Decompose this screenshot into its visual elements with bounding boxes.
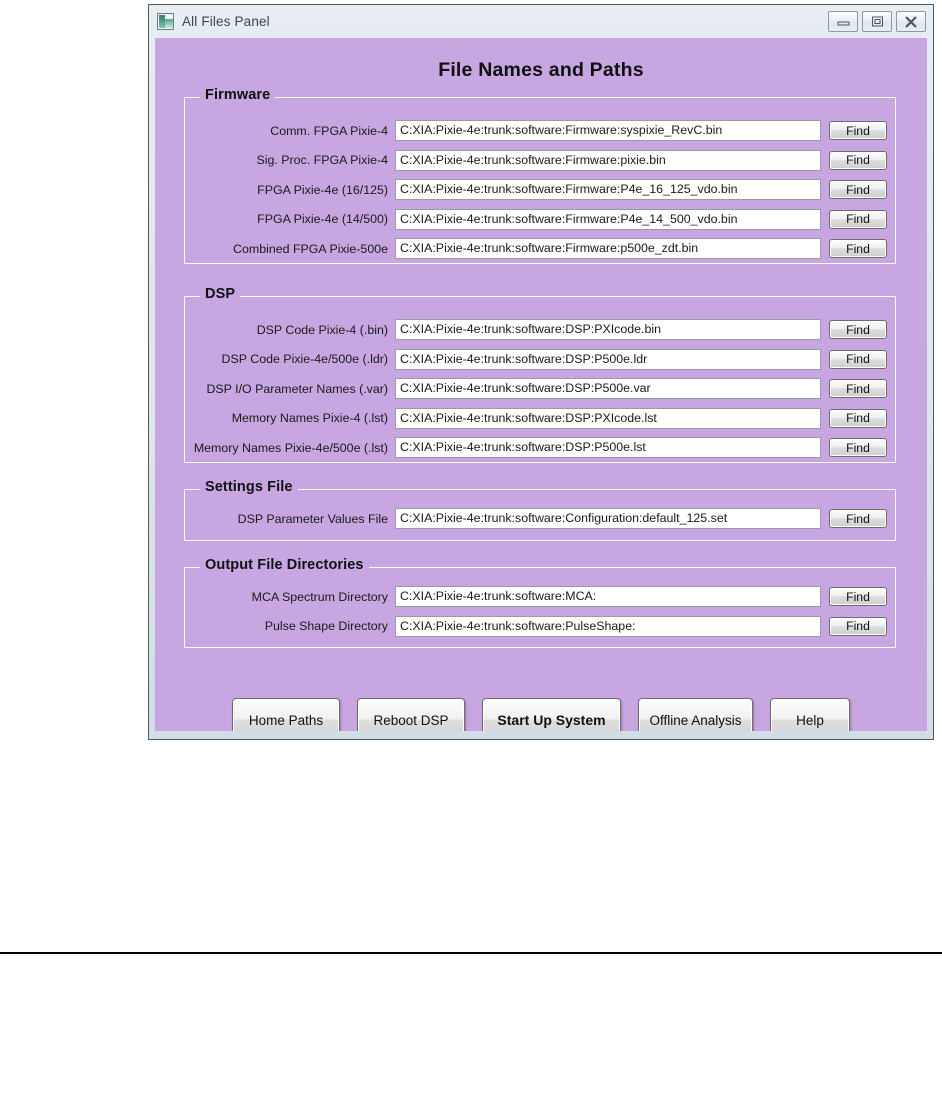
application-window: All Files Panel File Names and Paths Fir… (148, 4, 934, 740)
file-path-row: FPGA Pixie-4e (14/500) C:XIA:Pixie-4e:tru… (185, 208, 895, 230)
maximize-icon (871, 16, 884, 27)
find-button[interactable]: Find (829, 509, 887, 528)
group-label: Output File Directories (200, 557, 369, 573)
group-box: Firmware Comm. FPGA Pixie-4 C:XIA:Pixie-4e… (184, 87, 896, 264)
file-path-row: Comm. FPGA Pixie-4 C:XIA:Pixie-4e:trunk:s… (185, 120, 895, 141)
field-label: Comm. FPGA Pixie-4 (270, 123, 388, 138)
find-button[interactable]: Find (829, 587, 887, 606)
find-button[interactable]: Find (829, 209, 887, 229)
file-path-input[interactable]: C:XIA:Pixie-4e:trunk:software:DSP:P500e.… (395, 348, 821, 370)
file-path-row: Combined FPGA Pixie-500e C:XIA:Pixie-4e:t… (185, 238, 895, 259)
file-path-input[interactable]: C:XIA:Pixie-4e:trunk:software:Firmware:p… (395, 149, 821, 171)
field-label: DSP Parameter Values File (237, 511, 388, 526)
group-box: DSP DSP Code Pixie-4 (.bin) C:XIA:Pixie-4e… (184, 286, 896, 463)
action-button[interactable]: Start Up System (482, 698, 621, 731)
title-bar: All Files Panel (149, 5, 933, 38)
file-path-input[interactable]: C:XIA:Pixie-4e:trunk:software:Firmware:P… (395, 179, 821, 200)
file-path-input[interactable]: C:XIA:Pixie-4e:trunk:software:DSP:PXIcod… (395, 407, 821, 429)
find-button[interactable]: Find (829, 349, 887, 369)
minimize-icon (837, 17, 850, 26)
file-path-row: Memory Names Pixie-4e/500e (.lst) C:XIA:P… (185, 437, 895, 458)
action-button[interactable]: Reboot DSP (357, 698, 465, 731)
field-label: DSP Code Pixie-4e/500e (.ldr) (221, 352, 388, 366)
action-button[interactable]: Offline Analysis (638, 698, 753, 731)
file-path-input[interactable]: C:XIA:Pixie-4e:trunk:software:DSP:P500e.… (395, 437, 821, 458)
field-label: FPGA Pixie-4e (16/125) (257, 182, 388, 197)
file-path-row: DSP I/O Parameter Names (.var) C:XIA:Pixi… (185, 378, 895, 399)
action-button-bar: Home Paths Reboot DSP Start Up System Offli… (155, 698, 927, 731)
field-label: Pulse Shape Directory (264, 619, 388, 633)
file-path-row: Sig. Proc. FPGA Pixie-4 C:XIA:Pixie-4e:tr… (185, 149, 895, 171)
field-label: Memory Names Pixie-4 (.lst) (231, 411, 388, 425)
group-box: Output File Directories MCA Spectrum Dire… (184, 557, 896, 648)
group-label: DSP (200, 286, 241, 302)
file-path-row: DSP Code Pixie-4 (.bin) C:XIA:Pixie-4e:tr… (185, 319, 895, 340)
find-button[interactable]: Find (829, 408, 887, 428)
file-path-input[interactable]: C:XIA:Pixie-4e:trunk:software:Firmware:p… (395, 238, 821, 259)
file-path-input[interactable]: C:XIA:Pixie-4e:trunk:software:DSP:P500e.… (395, 378, 821, 399)
file-path-row: Pulse Shape Directory C:XIA:Pixie-4e:trun… (185, 615, 895, 637)
file-path-input[interactable]: C:XIA:Pixie-4e:trunk:software:Configurat… (395, 508, 821, 529)
find-button[interactable]: Find (829, 320, 887, 339)
field-label: DSP I/O Parameter Names (.var) (206, 381, 388, 396)
file-path-row: FPGA Pixie-4e (16/125) C:XIA:Pixie-4e:tru… (185, 179, 895, 200)
group-label: Firmware (200, 87, 276, 103)
page-title: File Names and Paths (438, 59, 644, 81)
find-button[interactable]: Find (829, 150, 887, 170)
file-path-row: MCA Spectrum Directory C:XIA:Pixie-4e:tru… (185, 586, 895, 607)
app-icon (157, 13, 174, 30)
field-label: Sig. Proc. FPGA Pixie-4 (256, 153, 388, 167)
close-button[interactable] (896, 11, 926, 32)
close-icon (904, 15, 918, 28)
window-title: All Files Panel (182, 14, 270, 29)
file-path-row: DSP Code Pixie-4e/500e (.ldr) C:XIA:Pixie… (185, 348, 895, 370)
file-path-row: Memory Names Pixie-4 (.lst) C:XIA:Pixie-4… (185, 407, 895, 429)
find-button[interactable]: Find (829, 239, 887, 258)
find-button[interactable]: Find (829, 121, 887, 140)
find-button[interactable]: Find (829, 616, 887, 636)
group-box: Settings File DSP Parameter Values File C:… (184, 479, 896, 541)
field-label: MCA Spectrum Directory (251, 589, 388, 604)
find-button[interactable]: Find (829, 438, 887, 457)
file-path-input[interactable]: C:XIA:Pixie-4e:trunk:software:PulseShape… (395, 615, 821, 637)
find-button[interactable]: Find (829, 379, 887, 398)
field-label: FPGA Pixie-4e (14/500) (257, 212, 388, 226)
file-path-input[interactable]: C:XIA:Pixie-4e:trunk:software:Firmware:s… (395, 120, 821, 141)
minimize-button[interactable] (828, 11, 858, 32)
file-path-input[interactable]: C:XIA:Pixie-4e:trunk:software:DSP:PXIcod… (395, 319, 821, 340)
action-button[interactable]: Home Paths (232, 698, 340, 731)
page-divider (0, 952, 942, 954)
group-label: Settings File (200, 479, 298, 495)
file-path-input[interactable]: C:XIA:Pixie-4e:trunk:software:Firmware:P… (395, 208, 821, 230)
find-button[interactable]: Find (829, 180, 887, 199)
file-path-input[interactable]: C:XIA:Pixie-4e:trunk:software:MCA: (395, 586, 821, 607)
field-label: Combined FPGA Pixie-500e (233, 241, 388, 256)
action-button[interactable]: Help (770, 698, 850, 731)
field-label: Memory Names Pixie-4e/500e (.lst) (193, 440, 388, 455)
window-controls (828, 11, 926, 32)
panel-client-area: File Names and Paths Firmware Comm. FPGA … (155, 38, 927, 731)
maximize-button[interactable] (862, 11, 892, 32)
file-path-row: DSP Parameter Values File C:XIA:Pixie-4e:… (185, 508, 895, 529)
field-label: DSP Code Pixie-4 (.bin) (256, 322, 388, 337)
